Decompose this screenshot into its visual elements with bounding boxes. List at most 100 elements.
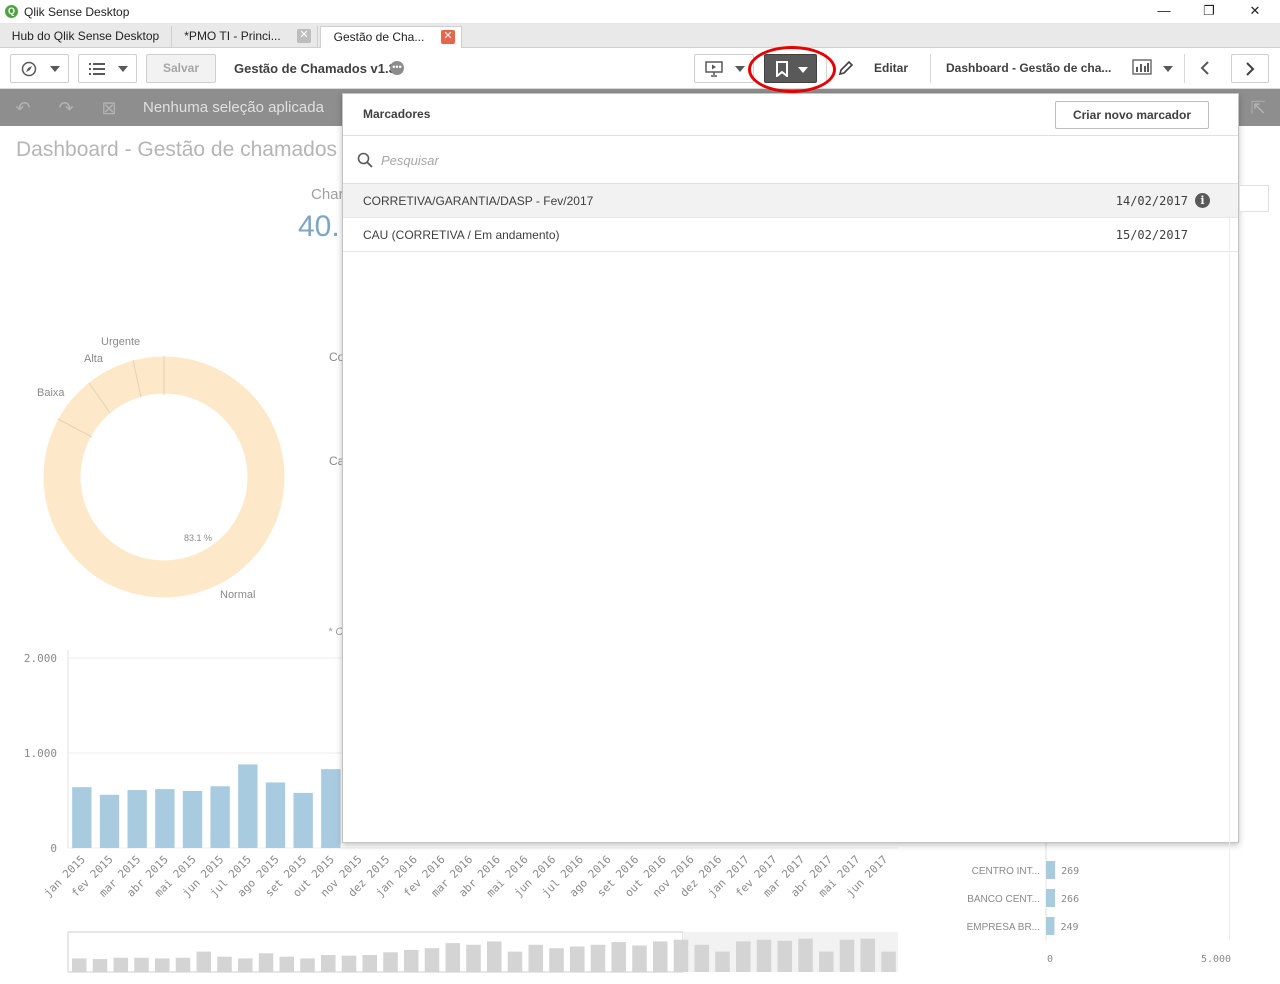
list-icon: [89, 63, 105, 75]
caret-down-icon: [50, 66, 60, 72]
bar[interactable]: [99, 794, 120, 848]
scroll-bar: [92, 959, 108, 972]
y-tick-label: 0: [50, 842, 57, 855]
minimize-button[interactable]: —: [1149, 2, 1179, 20]
scroll-bar: [113, 957, 129, 972]
bar[interactable]: [155, 789, 175, 848]
chevron-left-icon: [1200, 61, 1209, 75]
bar[interactable]: [210, 786, 230, 848]
scroll-bar: [134, 957, 149, 972]
bar[interactable]: [182, 791, 203, 848]
bar[interactable]: [72, 787, 92, 848]
scroll-bar: [756, 939, 772, 972]
scroll-bar: [487, 941, 502, 972]
selections-status: Nenhuma seleção aplicada: [143, 99, 324, 116]
scroll-bar: [383, 952, 398, 972]
window-title: Qlik Sense Desktop: [24, 5, 130, 19]
sheet-selector[interactable]: Dashboard - Gestão de cha...: [946, 61, 1120, 75]
story-menu-button[interactable]: [694, 54, 754, 83]
create-bookmark-button[interactable]: Criar novo marcador: [1055, 101, 1209, 129]
pencil-icon[interactable]: [838, 60, 854, 76]
more-options-icon[interactable]: •••: [390, 61, 404, 75]
scroll-bar: [175, 957, 191, 972]
scroll-bar: [300, 958, 315, 972]
scroll-bar: [632, 945, 647, 972]
scroll-bar: [777, 940, 793, 972]
tab-bar: Hub do Qlik Sense Desktop *PMO TI - Prin…: [0, 24, 1280, 48]
save-button[interactable]: Salvar: [146, 54, 216, 83]
caret-down-icon: [118, 66, 128, 72]
tab-hub[interactable]: Hub do Qlik Sense Desktop: [0, 26, 172, 48]
data-label: 249: [1060, 922, 1078, 933]
x-tick-label: 0: [1047, 954, 1053, 965]
scroll-bar: [715, 951, 730, 972]
next-sheet-button[interactable]: [1231, 54, 1269, 83]
navigation-menu-button[interactable]: [10, 54, 69, 83]
close-icon[interactable]: ✕: [297, 29, 311, 43]
scroll-bar: [217, 956, 232, 972]
scroll-bar: [258, 953, 274, 972]
donut-label: Baixa: [37, 387, 65, 399]
window-title-bar: Q Qlik Sense Desktop — ❐ ✕: [0, 0, 1280, 24]
close-window-button[interactable]: ✕: [1240, 2, 1270, 20]
donut-label: Normal: [220, 589, 256, 601]
app-title: Gestão de Chamados v1.3: [234, 61, 396, 76]
clear-selections-icon[interactable]: ⊠: [98, 98, 120, 118]
bar[interactable]: [293, 792, 313, 848]
search-input[interactable]: [381, 150, 1081, 170]
tab-pmo-ti[interactable]: *PMO TI - Princi... ✕: [172, 26, 318, 48]
bookmark-item[interactable]: CORRETIVA/GARANTIA/DASP - Fev/2017 14/02…: [343, 184, 1238, 218]
donut-ring[interactable]: [43, 356, 285, 598]
sheet-title: Dashboard - Gestão de chamados: [16, 138, 338, 161]
kpi-label: Char: [311, 186, 344, 203]
scroll-bar: [424, 948, 440, 972]
category-label: CENTRO INT...: [972, 866, 1040, 877]
data-label: 269: [1061, 866, 1079, 877]
bar[interactable]: [321, 769, 341, 848]
data-label: 266: [1061, 894, 1079, 905]
scroll-bar: [653, 941, 668, 972]
qlik-logo-icon: Q: [5, 5, 18, 18]
divider: [1229, 215, 1230, 940]
scroll-bar: [819, 951, 834, 972]
edit-button[interactable]: Editar: [874, 61, 908, 75]
scroll-bar: [673, 939, 689, 972]
previous-sheet-button[interactable]: [1189, 54, 1222, 83]
bar[interactable]: [265, 782, 286, 848]
bookmark-date: 14/02/2017: [1115, 194, 1188, 208]
step-back-icon[interactable]: ↶: [12, 98, 34, 118]
bookmark-item[interactable]: CAU (CORRETIVA / Em andamento) 15/02/201…: [343, 218, 1238, 252]
restore-button[interactable]: ❐: [1194, 2, 1224, 20]
step-forward-icon[interactable]: ↷: [55, 98, 77, 118]
global-menu-button[interactable]: [78, 54, 137, 83]
bar[interactable]: [127, 790, 147, 848]
close-icon[interactable]: ✕: [441, 30, 455, 44]
sheet-thumbnail-icon[interactable]: [1132, 59, 1152, 76]
scroll-bar: [466, 944, 481, 972]
bar[interactable]: [1046, 889, 1056, 907]
scroll-bar: [798, 938, 813, 972]
scroll-bar: [507, 951, 523, 972]
scroll-bar: [860, 938, 876, 972]
y-tick-label: 1.000: [24, 747, 57, 760]
bar[interactable]: [1046, 861, 1056, 879]
bar[interactable]: [1046, 917, 1055, 935]
scroll-bar: [155, 958, 170, 972]
donut-label: Alta: [84, 353, 103, 365]
x-tick-label: 5.000: [1201, 954, 1231, 965]
donut-label: Urgente: [101, 336, 141, 348]
scroll-bar: [238, 958, 253, 972]
compass-icon: [21, 61, 37, 77]
y-tick-label: 2.000: [24, 652, 57, 665]
tab-label: Gestão de Cha...: [333, 30, 425, 44]
info-icon[interactable]: i: [1195, 193, 1210, 208]
caret-down-icon[interactable]: [1163, 66, 1173, 72]
bar[interactable]: [238, 764, 258, 848]
chevron-right-icon: [1246, 62, 1255, 76]
tab-gestao[interactable]: Gestão de Cha... ✕: [320, 26, 462, 48]
top-clients-bar-chart: CENTRO INT... 269 BANCO CENT... 266 EMPRESA …: [967, 840, 1231, 965]
scroll-bar: [570, 946, 585, 972]
selection-tool-icon[interactable]: ⇱: [1247, 98, 1269, 118]
filter-box-edge: [1239, 185, 1269, 212]
scroll-bar: [528, 944, 544, 972]
